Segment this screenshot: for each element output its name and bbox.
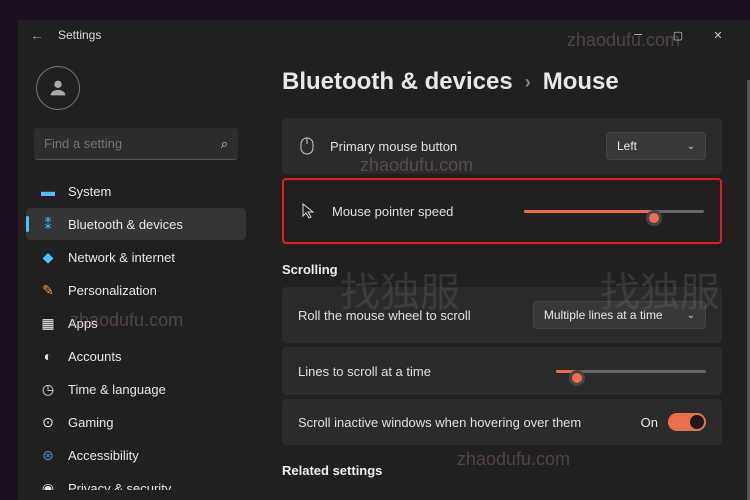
row-inactive-scroll: Scroll inactive windows when hovering ov… <box>282 399 722 445</box>
nav-system[interactable]: ▬System <box>26 175 246 207</box>
nav-personalization[interactable]: ✎Personalization <box>26 274 246 306</box>
sidebar: ⌕ ▬System ⁑Bluetooth & devices ◆Network … <box>18 50 258 500</box>
wifi-icon: ◆ <box>40 249 56 265</box>
breadcrumb-parent[interactable]: Bluetooth & devices <box>282 68 513 96</box>
maximize-button[interactable]: ▢ <box>658 21 698 49</box>
chevron-right-icon: › <box>525 72 531 93</box>
wheel-scroll-dropdown[interactable]: Multiple lines at a time ⌄ <box>533 301 706 329</box>
bluetooth-icon: ⁑ <box>40 216 56 232</box>
accounts-icon: ◐ <box>40 348 56 364</box>
nav-network[interactable]: ◆Network & internet <box>26 241 246 273</box>
apps-icon: ▦ <box>40 315 56 331</box>
window-title: Settings <box>58 28 618 42</box>
cursor-icon <box>300 202 318 220</box>
breadcrumb-current: Mouse <box>543 68 619 96</box>
nav-apps[interactable]: ▦Apps <box>26 307 246 339</box>
mouse-icon <box>298 137 316 155</box>
related-section-title: Related settings <box>282 463 722 478</box>
pointer-speed-slider[interactable] <box>524 201 704 221</box>
nav-accessibility[interactable]: ⊛Accessibility <box>26 439 246 471</box>
row-wheel-scroll: Roll the mouse wheel to scroll Multiple … <box>282 287 722 343</box>
row-lines-scroll: Lines to scroll at a time <box>282 347 722 395</box>
scrolling-section-title: Scrolling <box>282 262 722 277</box>
close-button[interactable]: ✕ <box>698 21 738 49</box>
row-pointer-speed: Mouse pointer speed <box>282 178 722 244</box>
nav-accounts[interactable]: ◐Accounts <box>26 340 246 372</box>
row-primary-button: Primary mouse button Left ⌄ <box>282 118 722 174</box>
breadcrumb: Bluetooth & devices › Mouse <box>282 68 722 96</box>
brush-icon: ✎ <box>40 282 56 298</box>
system-icon: ▬ <box>40 183 56 199</box>
clock-icon: ◷ <box>40 381 56 397</box>
shield-icon: ◉ <box>40 480 56 490</box>
avatar[interactable] <box>36 66 80 110</box>
nav-bluetooth[interactable]: ⁑Bluetooth & devices <box>26 208 246 240</box>
accessibility-icon: ⊛ <box>40 447 56 463</box>
minimize-button[interactable]: ─ <box>618 21 658 49</box>
gaming-icon: ⊙ <box>40 414 56 430</box>
nav-privacy[interactable]: ◉Privacy & security <box>26 472 246 490</box>
search-icon: ⌕ <box>221 136 228 152</box>
lines-scroll-slider[interactable] <box>556 361 706 381</box>
back-button[interactable]: ← <box>30 27 44 43</box>
chevron-down-icon: ⌄ <box>687 310 695 321</box>
inactive-scroll-toggle[interactable] <box>668 413 706 431</box>
titlebar: ← Settings ─ ▢ ✕ <box>18 20 750 50</box>
nav-time[interactable]: ◷Time & language <box>26 373 246 405</box>
chevron-down-icon: ⌄ <box>687 141 695 152</box>
main-content: Bluetooth & devices › Mouse Primary mous… <box>258 50 750 500</box>
primary-button-dropdown[interactable]: Left ⌄ <box>606 132 706 160</box>
nav-gaming[interactable]: ⊙Gaming <box>26 406 246 438</box>
search-box[interactable]: ⌕ <box>34 128 238 160</box>
search-input[interactable] <box>44 136 221 151</box>
